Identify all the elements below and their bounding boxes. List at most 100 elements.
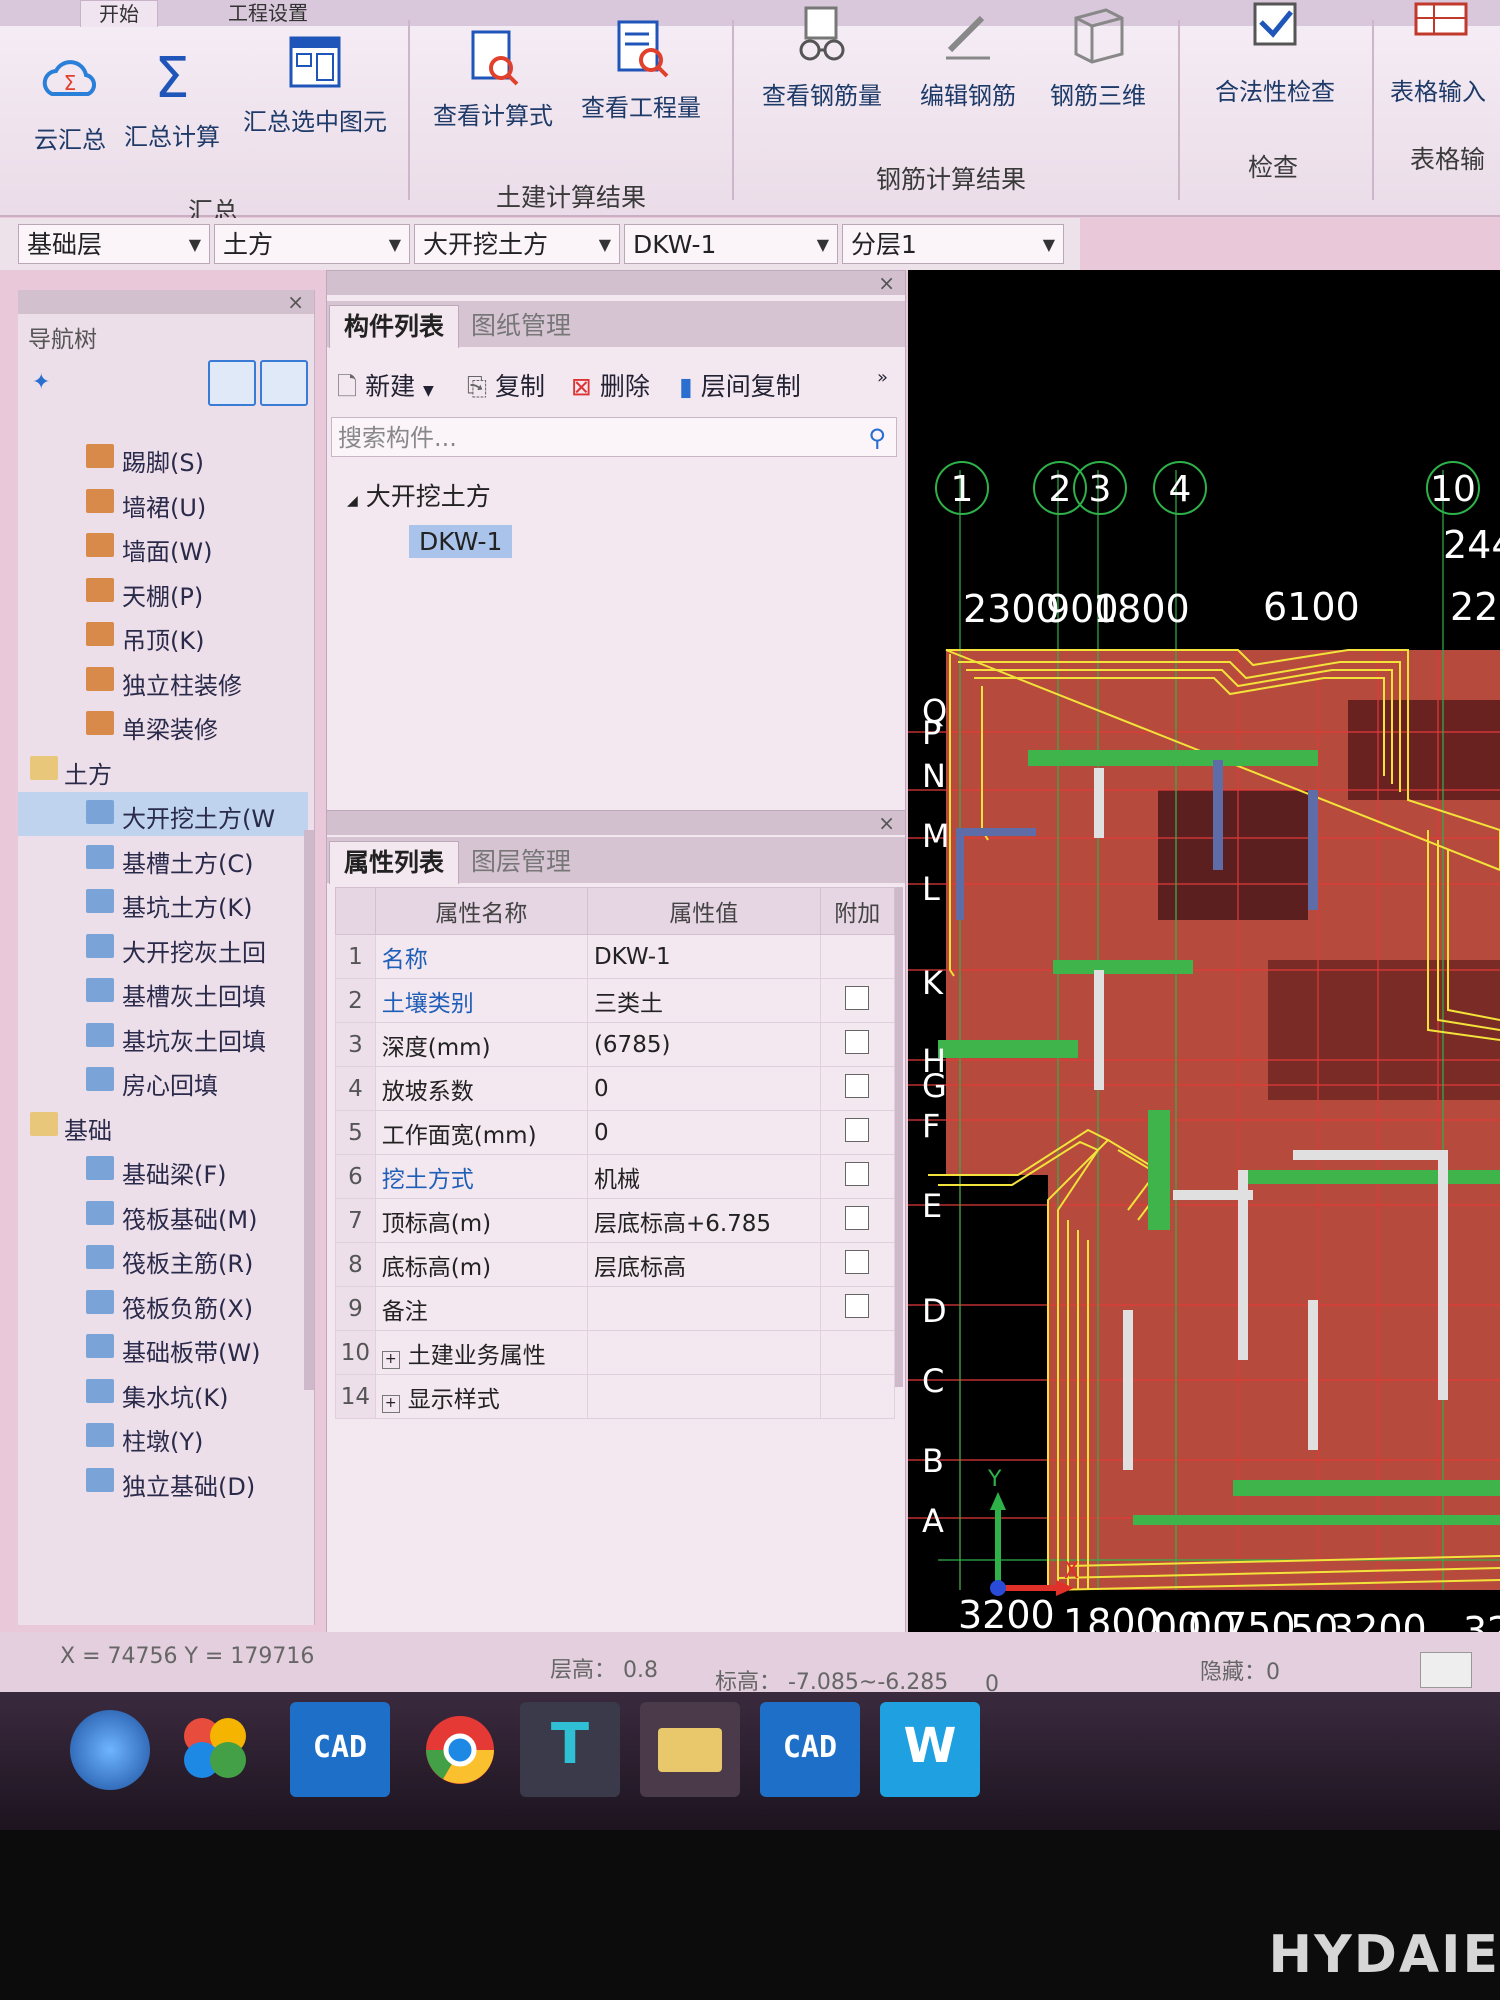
ortho-toggle-icon[interactable] — [1420, 1652, 1472, 1688]
folder-app-icon[interactable] — [640, 1702, 740, 1797]
property-row[interactable]: 3 深度(mm) (6785) — [335, 1022, 896, 1067]
nav-item[interactable]: 筏板基础(M) — [18, 1193, 308, 1237]
close-icon[interactable]: × — [878, 265, 895, 301]
component-select[interactable]: DKW-1 ▼ — [624, 224, 838, 264]
expand-icon[interactable]: + — [381, 1350, 400, 1369]
property-value[interactable]: DKW-1 — [586, 934, 821, 979]
pin-icon[interactable]: ✦ — [32, 370, 50, 395]
tab-property-list[interactable]: 属性列表 — [329, 841, 460, 884]
nav-item[interactable]: 基础梁(F) — [18, 1148, 308, 1192]
nav-item[interactable]: 大开挖灰土回 — [18, 926, 308, 970]
nav-item[interactable]: 筏板负筋(X) — [18, 1282, 308, 1326]
tab-layer-management[interactable]: 图层管理 — [457, 841, 585, 883]
extra-checkbox[interactable] — [845, 1029, 870, 1054]
drawing-canvas[interactable]: 123410 QPNMLKHGFEDCBA 134567911 2300 900… — [908, 270, 1500, 1690]
floor-copy-button[interactable]: ▮ 层间复制 — [679, 367, 801, 403]
extra-checkbox[interactable] — [845, 1293, 870, 1318]
property-row[interactable]: 8 底标高(m) 层底标高 — [335, 1242, 896, 1287]
nav-group[interactable]: 基础 — [18, 1104, 308, 1148]
nav-item[interactable]: 集水坑(K) — [18, 1371, 308, 1415]
cad-icon[interactable]: CAD — [760, 1702, 860, 1797]
property-row[interactable]: 5 工作面宽(mm) 0 — [335, 1110, 896, 1155]
t-app-icon[interactable]: T — [520, 1702, 620, 1797]
property-value[interactable]: 0 — [586, 1110, 821, 1155]
table-input-button[interactable]: 表格输入 — [1390, 0, 1500, 107]
new-button[interactable]: 🗋 新建 ▼ — [337, 367, 434, 411]
view-formula-button[interactable]: 查看计算式 — [428, 24, 558, 131]
property-row[interactable]: 2 土壤类别 三类土 — [335, 978, 896, 1023]
nav-item[interactable]: 基槽土方(C) — [18, 837, 308, 881]
nav-item[interactable]: 基槽灰土回填 — [18, 970, 308, 1014]
search-icon[interactable]: ⚲ — [868, 418, 886, 458]
nav-item[interactable]: 基坑土方(K) — [18, 881, 308, 925]
extra-checkbox[interactable] — [845, 1161, 870, 1186]
property-value[interactable] — [586, 1374, 821, 1419]
property-value[interactable]: 机械 — [586, 1154, 821, 1199]
more-tools-icon[interactable]: » — [877, 367, 888, 388]
tab-project-settings[interactable]: 工程设置 — [210, 0, 326, 26]
nav-item[interactable]: 基础板带(W) — [18, 1326, 308, 1370]
property-row[interactable]: 1 名称 DKW-1 — [335, 934, 896, 979]
tab-start[interactable]: 开始 — [80, 0, 158, 27]
cad-drawing[interactable]: 123410 QPNMLKHGFEDCBA 134567911 2300 900… — [908, 270, 1500, 1690]
property-value[interactable]: (6785) — [586, 1022, 821, 1067]
start-orb-icon[interactable] — [70, 1710, 150, 1790]
extra-checkbox[interactable] — [845, 1205, 870, 1230]
list-view-icon[interactable] — [208, 360, 256, 406]
nav-item[interactable]: 独立基础(D) — [18, 1460, 308, 1504]
chrome-icon[interactable] — [410, 1702, 510, 1797]
nav-group[interactable]: 土方 — [18, 748, 308, 792]
property-value[interactable]: 层底标高 — [586, 1242, 821, 1287]
extra-checkbox[interactable] — [845, 985, 870, 1010]
cloud-sum-button[interactable]: Σ 云汇总 — [30, 48, 110, 155]
edit-rebar-button[interactable]: 编辑钢筋 — [910, 4, 1026, 111]
tab-drawing-management[interactable]: 图纸管理 — [457, 305, 585, 347]
tree-parent-node[interactable]: ◢ 大开挖土方 — [347, 477, 491, 513]
tab-component-list[interactable]: 构件列表 — [329, 305, 460, 348]
property-row[interactable]: 10 + 土建业务属性 — [335, 1330, 896, 1375]
nav-item[interactable]: 墙面(W) — [18, 525, 308, 569]
property-row[interactable]: 4 放坡系数 0 — [335, 1066, 896, 1111]
rebar-3d-button[interactable]: 钢筋三维 — [1040, 4, 1156, 111]
tree-child-node-selected[interactable]: DKW-1 — [409, 525, 513, 558]
nav-item[interactable]: 墙裙(U) — [18, 481, 308, 525]
floor-select[interactable]: 基础层 ▼ — [18, 224, 210, 264]
expand-icon[interactable]: + — [381, 1394, 400, 1413]
close-icon[interactable]: × — [287, 284, 304, 320]
property-row[interactable]: 14 + 显示样式 — [335, 1374, 896, 1419]
nav-item[interactable]: 吊顶(K) — [18, 614, 308, 658]
property-row[interactable]: 7 顶标高(m) 层底标高+6.785 — [335, 1198, 896, 1243]
sum-selected-button[interactable]: 汇总选中图元 — [240, 30, 390, 137]
extra-checkbox[interactable] — [845, 1249, 870, 1274]
nav-scrollbar[interactable] — [304, 830, 314, 1390]
property-value[interactable]: 0 — [586, 1066, 821, 1111]
legality-check-button[interactable]: 合法性检查 — [1200, 0, 1350, 107]
props-scrollbar[interactable] — [895, 887, 903, 1387]
detail-view-icon[interactable] — [260, 360, 308, 406]
property-value[interactable]: 层底标高+6.785 — [586, 1198, 821, 1243]
nav-item[interactable]: 房心回填 — [18, 1059, 308, 1103]
nav-item[interactable]: 柱墩(Y) — [18, 1415, 308, 1459]
type-select[interactable]: 大开挖土方 ▼ — [414, 224, 620, 264]
view-quantity-button[interactable]: 查看工程量 — [576, 16, 706, 123]
category-select[interactable]: 土方 ▼ — [214, 224, 410, 264]
nav-item[interactable]: 大开挖土方(W — [18, 792, 308, 836]
copy-button[interactable]: ⎘ 复制 — [467, 367, 545, 403]
nav-item[interactable]: 天棚(P) — [18, 570, 308, 614]
w-app-icon[interactable]: W — [880, 1702, 980, 1797]
close-icon[interactable]: × — [878, 805, 895, 841]
component-search-input[interactable]: 搜索构件... ⚲ — [331, 417, 897, 457]
nav-item[interactable]: 独立柱装修 — [18, 659, 308, 703]
nav-item[interactable]: 踢脚(S) — [18, 436, 308, 480]
delete-button[interactable]: ⊠ 删除 — [571, 367, 650, 403]
nav-item[interactable]: 基坑灰土回填 — [18, 1015, 308, 1059]
view-rebar-button[interactable]: 查看钢筋量 — [752, 4, 892, 111]
nav-item[interactable]: 筏板主筋(R) — [18, 1237, 308, 1281]
layer-select[interactable]: 分层1 ▼ — [842, 224, 1064, 264]
sum-calc-button[interactable]: Σ 汇总计算 — [122, 45, 222, 152]
extra-checkbox[interactable] — [845, 1073, 870, 1098]
property-value[interactable] — [586, 1330, 821, 1375]
app-icon[interactable] — [170, 1702, 260, 1797]
property-row[interactable]: 9 备注 — [335, 1286, 896, 1331]
extra-checkbox[interactable] — [845, 1117, 870, 1142]
